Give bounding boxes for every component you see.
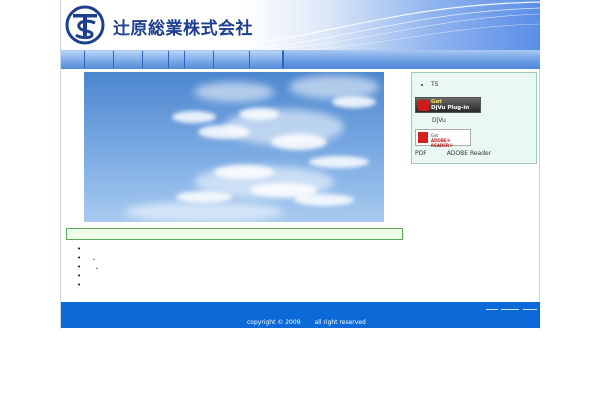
side-panel: TS Get DjVu Plug-in DjVu Get ADOBE® READ…: [411, 72, 537, 164]
main-nav: [61, 50, 540, 69]
nav-divider: [283, 50, 284, 69]
nav-tab-1[interactable]: [61, 51, 85, 68]
ts-logo-icon[interactable]: [65, 5, 105, 45]
nav-tab-6[interactable]: [185, 51, 214, 68]
rights-text: all right reserved: [314, 319, 366, 326]
adobe-badge-line2: ADOBE® READER®: [431, 138, 454, 148]
cloud-shapes: [124, 75, 379, 222]
content-list: ・ ・: [77, 245, 100, 291]
adobe-reader-label: ADOBE Reader: [446, 150, 492, 157]
pdf-label: PDF: [415, 150, 427, 157]
get-djvu-plugin-button[interactable]: Get DjVu Plug-in: [415, 97, 481, 113]
copyright-line: copyright © 2009 all right reserved: [247, 319, 366, 326]
page-frame: 辻原総業株式会社 • TS Get DjVu Plug-in DjVu Get …: [60, 0, 540, 329]
nav-tab-3[interactable]: [114, 51, 143, 68]
nav-tab-2[interactable]: [85, 51, 114, 68]
footer: copyright © 2009 all right reserved: [61, 302, 540, 328]
company-name: 辻原総業株式会社: [113, 19, 253, 39]
side-list: TS: [412, 81, 438, 88]
djvu-icon: [418, 100, 429, 111]
info-bar: [66, 228, 403, 240]
get-adobe-reader-button[interactable]: Get ADOBE® READER®: [415, 129, 471, 148]
nav-tab-4[interactable]: [143, 51, 169, 68]
adobe-icon: [418, 132, 428, 143]
djvu-badge-line2: DjVu Plug-in: [431, 105, 470, 111]
sky-clouds-photo: [84, 72, 384, 222]
header: 辻原総業株式会社: [61, 0, 540, 50]
nav-tab-5[interactable]: [169, 51, 185, 68]
copyright-text: copyright © 2009: [247, 319, 301, 326]
pdf-note: PDF ADOBE Reader: [415, 150, 491, 157]
footer-link-2[interactable]: [501, 305, 520, 310]
nav-tab-7[interactable]: [214, 51, 250, 68]
side-list-item-ts[interactable]: TS: [431, 81, 438, 88]
list-item[interactable]: [77, 281, 100, 291]
footer-link-1[interactable]: [485, 305, 498, 310]
footer-links: [484, 305, 537, 312]
nav-tab-8[interactable]: [250, 51, 283, 68]
djvu-label: DjVu: [432, 117, 446, 124]
footer-link-3[interactable]: [523, 305, 537, 310]
